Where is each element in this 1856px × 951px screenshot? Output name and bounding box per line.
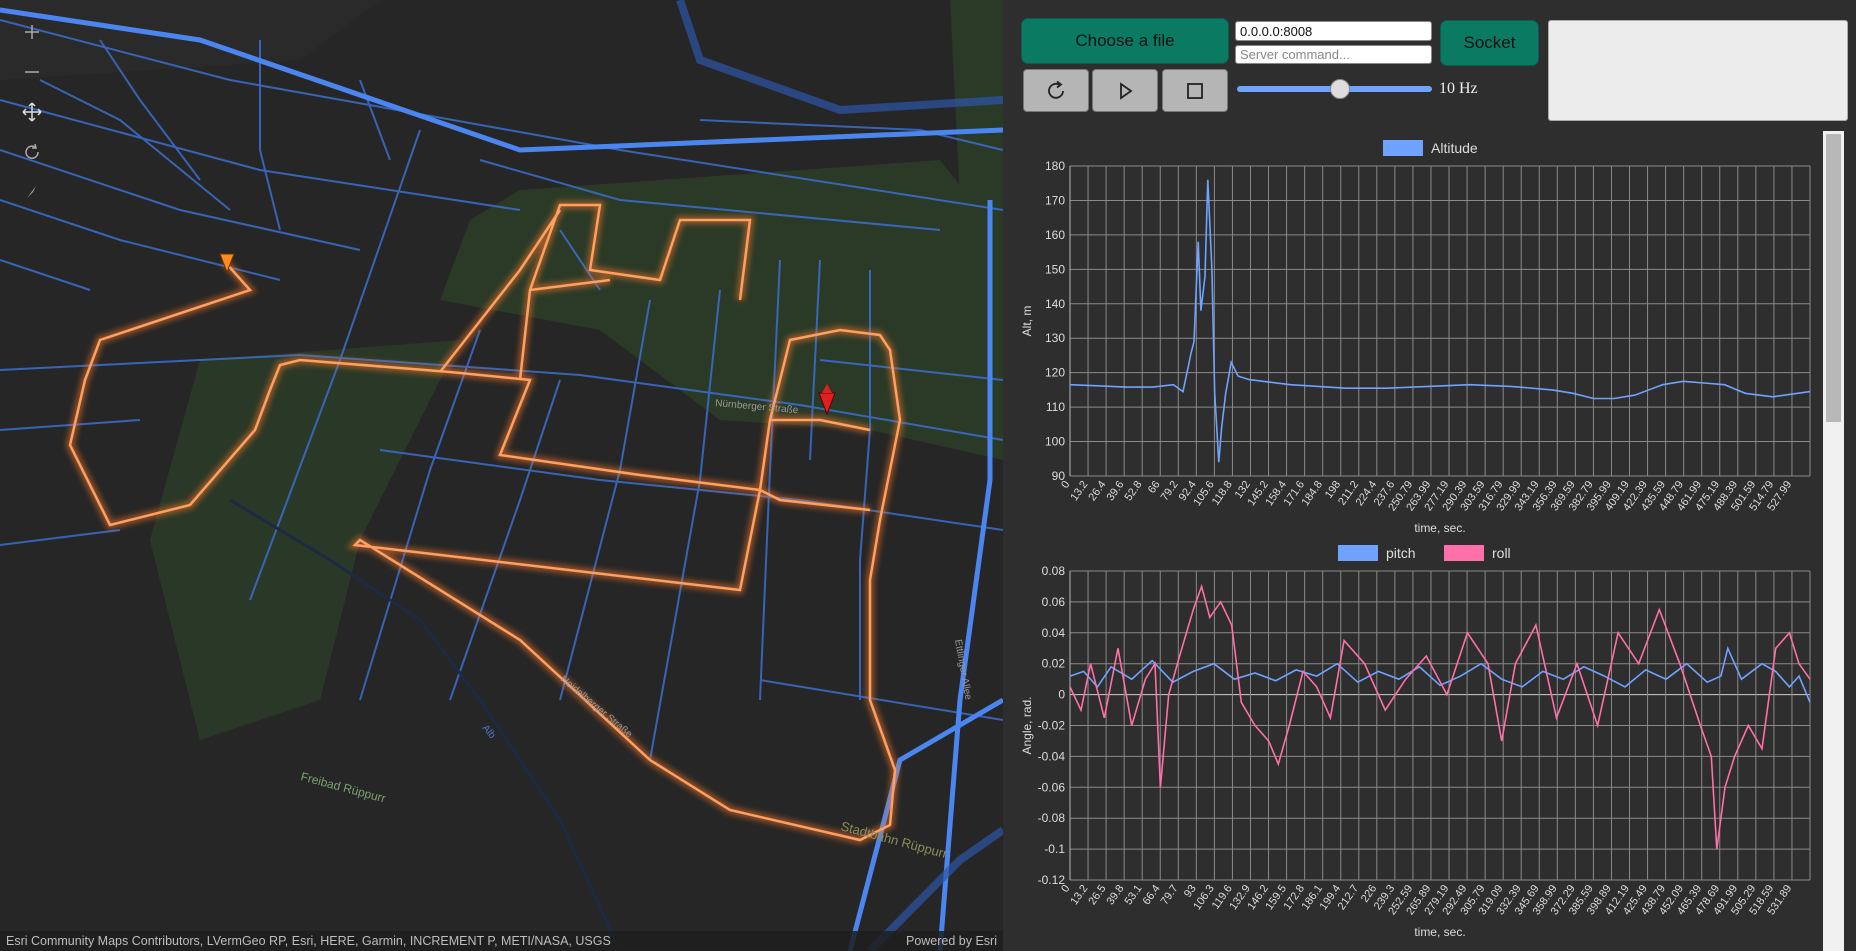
y-tick-label: 120 bbox=[1045, 366, 1065, 380]
x-tick-label: 0 bbox=[1059, 479, 1072, 491]
attitude-chart: pitch roll 0.08 0.06 0.04 0.02 0 -0.02 -0.04 -0.0… bbox=[1020, 545, 1811, 939]
y-tick-label: 170 bbox=[1045, 193, 1065, 207]
y-tick-label: -0.04 bbox=[1038, 749, 1066, 763]
rate-slider[interactable] bbox=[1237, 79, 1432, 99]
map-toolbar bbox=[10, 12, 54, 212]
legend-item: pitch bbox=[1338, 545, 1416, 561]
x-tick-label: 118.8 bbox=[1210, 479, 1235, 508]
legend-item: Altitude bbox=[1383, 140, 1478, 156]
legend-swatch bbox=[1444, 545, 1484, 561]
legend-swatch bbox=[1383, 140, 1423, 156]
x-tick-label: 79.2 bbox=[1159, 479, 1181, 503]
map-attribution: Esri Community Maps Contributors, LVermG… bbox=[0, 931, 1003, 951]
series-line-Altitude bbox=[1069, 179, 1811, 463]
y-tick-label: -0.08 bbox=[1038, 811, 1066, 825]
minus-icon bbox=[25, 71, 39, 73]
x-tick-label: 13.2 bbox=[1068, 883, 1090, 907]
rate-label: 10 Hz bbox=[1439, 80, 1478, 97]
pan-button[interactable] bbox=[10, 92, 54, 132]
y-tick-label: 110 bbox=[1046, 400, 1065, 414]
y-tick-label: 180 bbox=[1045, 159, 1065, 173]
x-tick-label: 0 bbox=[1059, 883, 1072, 895]
play-icon bbox=[1120, 81, 1133, 100]
y-tick-label: -0.1 bbox=[1044, 842, 1065, 856]
series-line-roll bbox=[1069, 583, 1811, 850]
stop-icon bbox=[1187, 82, 1203, 99]
y-tick-label: 130 bbox=[1045, 331, 1065, 345]
x-tick-label: 26.5 bbox=[1086, 883, 1108, 907]
compass-button[interactable] bbox=[10, 172, 54, 212]
y-tick-label: 0.04 bbox=[1042, 626, 1066, 640]
plus-icon bbox=[25, 25, 39, 39]
slider-handle[interactable] bbox=[1329, 79, 1350, 99]
legend-label: Altitude bbox=[1431, 140, 1478, 156]
x-tick-label: 13.2 bbox=[1068, 479, 1090, 503]
zoom-out-button[interactable] bbox=[10, 52, 54, 92]
x-tick-label: 39.8 bbox=[1104, 883, 1126, 907]
server-output-box bbox=[1548, 20, 1848, 121]
y-tick-label: 0.02 bbox=[1042, 657, 1066, 671]
y-tick-label: 0 bbox=[1058, 688, 1065, 702]
play-button[interactable] bbox=[1092, 69, 1158, 112]
scrollbar-thumb[interactable] bbox=[1826, 134, 1841, 422]
y-tick-label: 100 bbox=[1045, 435, 1065, 449]
rotate-button[interactable] bbox=[10, 132, 54, 172]
zoom-in-button[interactable] bbox=[10, 12, 54, 52]
map-view[interactable]: Nürnberger Straße Heidelberger Straße Et… bbox=[0, 0, 1003, 951]
legend-label: roll bbox=[1492, 545, 1511, 561]
compass-icon bbox=[27, 186, 36, 198]
socket-button[interactable]: Socket bbox=[1440, 20, 1539, 66]
reload-button[interactable] bbox=[1023, 69, 1089, 112]
powered-by-link[interactable]: Powered by Esri bbox=[906, 931, 997, 951]
y-tick-label: -0.06 bbox=[1038, 780, 1066, 794]
choose-file-button[interactable]: Choose a file bbox=[1021, 18, 1229, 64]
panel-scrollbar[interactable] bbox=[1823, 131, 1844, 951]
x-tick-label: 66.4 bbox=[1141, 883, 1163, 907]
y-tick-label: 140 bbox=[1045, 297, 1065, 311]
y-tick-label: 0.06 bbox=[1042, 595, 1066, 609]
legend-item: roll bbox=[1444, 545, 1511, 561]
move-icon bbox=[22, 102, 42, 122]
x-tick-label: 39.6 bbox=[1104, 479, 1126, 503]
attribution-text: Esri Community Maps Contributors, LVermG… bbox=[6, 934, 611, 948]
y-tick-label: 150 bbox=[1045, 262, 1065, 276]
server-address-input[interactable] bbox=[1235, 21, 1432, 41]
x-tick-label: 26.4 bbox=[1086, 479, 1108, 503]
y-tick-label: -0.02 bbox=[1038, 719, 1066, 733]
legend-label: pitch bbox=[1386, 545, 1416, 561]
y-tick-label: 0.08 bbox=[1042, 564, 1066, 578]
map-canvas[interactable]: Nürnberger Straße Heidelberger Straße Et… bbox=[0, 0, 1003, 951]
y-axis-title: Angle, rad. bbox=[1020, 696, 1034, 754]
y-axis-title: Alt, m bbox=[1020, 306, 1034, 337]
server-command-input[interactable] bbox=[1235, 45, 1432, 64]
x-tick-label: 52.8 bbox=[1123, 479, 1145, 503]
stop-button[interactable] bbox=[1162, 69, 1228, 112]
x-tick-label: 53.1 bbox=[1123, 883, 1145, 907]
x-axis-title: time, sec. bbox=[1414, 521, 1465, 535]
reload-icon bbox=[1048, 80, 1064, 99]
altitude-chart: Altitude18017016015014013012011010090013… bbox=[1020, 140, 1811, 535]
rotate-icon bbox=[25, 143, 39, 159]
x-tick-label: 79.7 bbox=[1159, 883, 1181, 907]
x-axis-title: time, sec. bbox=[1414, 925, 1465, 939]
y-tick-label: 160 bbox=[1045, 228, 1065, 242]
legend-swatch bbox=[1338, 545, 1378, 561]
